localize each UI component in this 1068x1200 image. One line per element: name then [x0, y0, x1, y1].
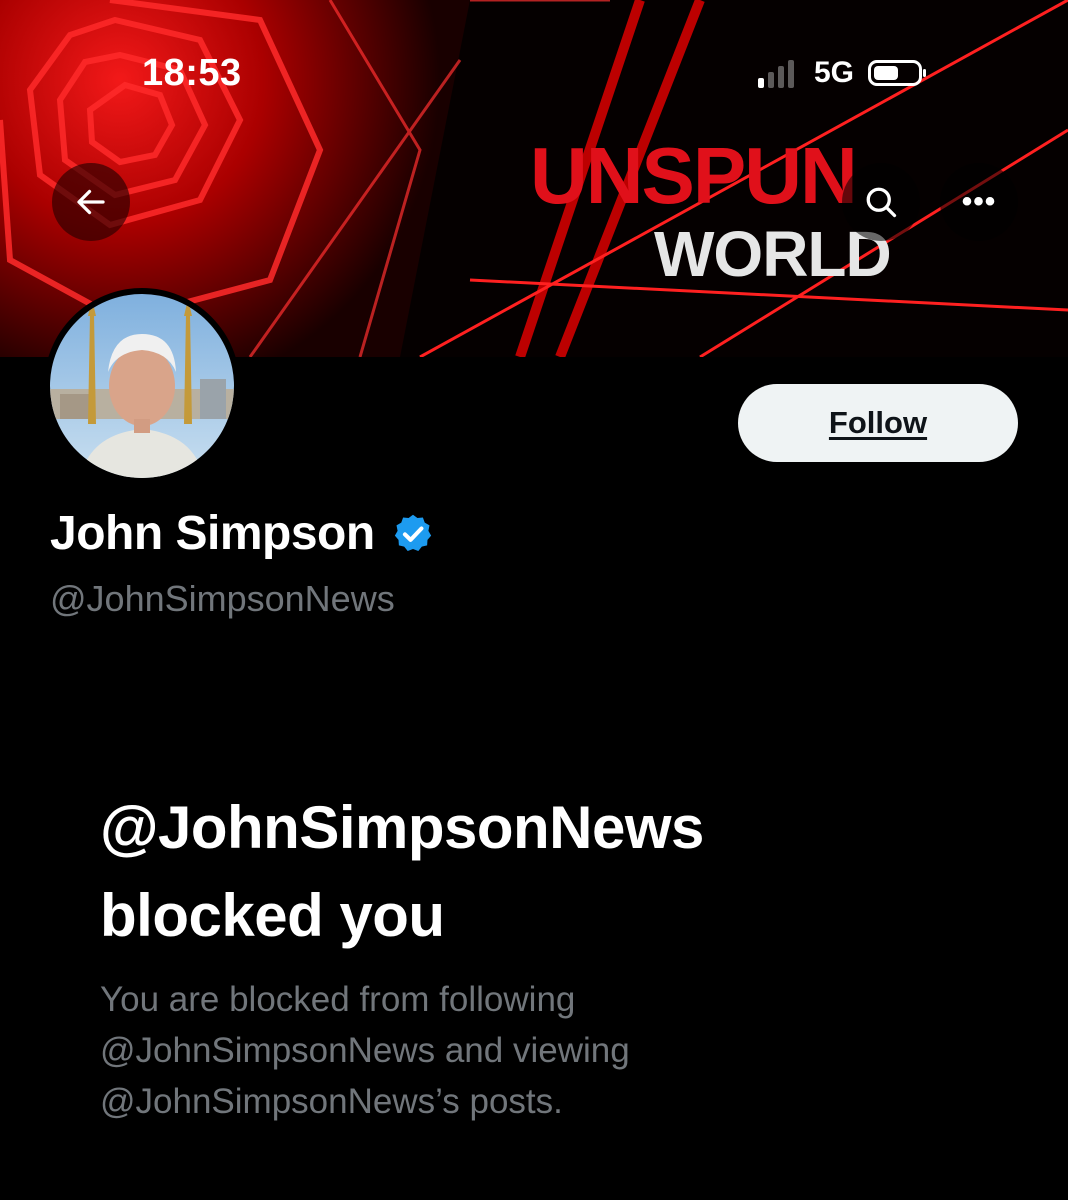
blocked-title-line1: @JohnSimpsonNews	[100, 794, 704, 861]
profile-name-row: John Simpson	[50, 506, 435, 561]
blocked-desc-line3: @JohnSimpsonNews’s posts.	[100, 1082, 563, 1121]
status-indicators: 5G	[758, 56, 927, 90]
arrow-left-icon	[77, 189, 105, 215]
search-icon	[866, 187, 897, 218]
blocked-description: You are blocked from following @JohnSimp…	[100, 974, 860, 1127]
more-horizontal-icon: •••	[961, 185, 997, 218]
display-name: John Simpson	[50, 507, 375, 560]
blocked-desc-line2: @JohnSimpsonNews and viewing	[100, 1031, 630, 1070]
verified-badge-icon	[391, 512, 435, 556]
more-options-button[interactable]: •••	[940, 163, 1018, 241]
search-button[interactable]	[842, 163, 920, 241]
signal-icon	[758, 58, 794, 88]
avatar[interactable]	[44, 288, 240, 484]
profile-handle: @JohnSimpsonNews	[50, 578, 395, 619]
blocked-title: @JohnSimpsonNews blocked you	[100, 784, 1000, 960]
avatar-photo	[50, 294, 234, 478]
banner-brand-line1: UNSPUN	[530, 131, 858, 220]
network-type: 5G	[814, 56, 855, 89]
follow-button[interactable]: Follow	[738, 384, 1018, 462]
blocked-title-line2: blocked you	[100, 882, 445, 949]
back-button[interactable]	[52, 163, 130, 241]
status-time: 18:53	[142, 52, 242, 94]
battery-icon	[868, 60, 927, 86]
blocked-desc-line1: You are blocked from following	[100, 980, 576, 1019]
